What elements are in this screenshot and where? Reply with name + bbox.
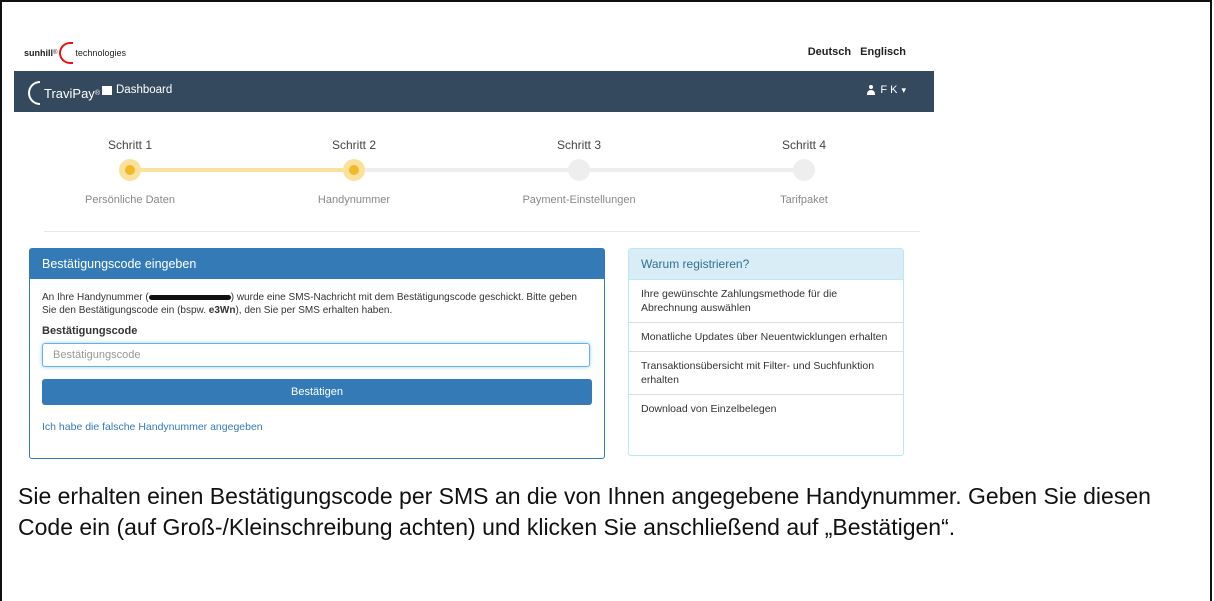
wrong-number-link[interactable]: Ich habe die falsche Handynummer angegeb… <box>42 421 592 434</box>
travipay-brand[interactable]: TraviPay ® <box>28 81 100 105</box>
stepper-divider <box>44 231 920 232</box>
sunhill-logo: sunhill ® technologies <box>24 42 126 64</box>
logo-brand: sunhill <box>24 48 53 58</box>
confirm-panel-title: Bestätigungscode eingeben <box>30 249 604 279</box>
logo-suffix: technologies <box>75 48 126 58</box>
lang-englisch-link[interactable]: Englisch <box>860 46 906 58</box>
chevron-down-icon: ▾ <box>901 84 906 95</box>
step-1-label: Schritt 1 <box>107 138 152 152</box>
user-icon <box>866 85 876 95</box>
confirm-instructions: An Ihre Handynummer () wurde eine SMS-Na… <box>42 291 592 317</box>
why-register-panel: Warum registrieren? Ihre gewünschte Zahl… <box>628 248 904 456</box>
instructions-part-3: ), den Sie per SMS erhalten haben. <box>235 305 393 316</box>
navbar: TraviPay ® Dashboard F K ▾ <box>14 71 934 112</box>
step-2-label: Schritt 2 <box>331 138 376 152</box>
travipay-arc-icon <box>28 81 40 105</box>
redacted-phone-number <box>148 294 231 300</box>
step-4-label: Schritt 4 <box>781 138 826 152</box>
step-3-sub: Payment-Einstellungen <box>522 194 636 206</box>
step-2-dot <box>343 159 365 181</box>
logo-reg: ® <box>53 50 58 56</box>
why-panel-title: Warum registrieren? <box>629 249 903 279</box>
logo-arc-icon <box>59 42 74 64</box>
nav-dashboard-label: Dashboard <box>116 84 173 96</box>
travipay-label: TraviPay <box>44 85 95 101</box>
step-1-sub: Persönliche Daten <box>85 194 175 206</box>
user-menu[interactable]: F K ▾ <box>866 84 906 96</box>
calendar-icon <box>102 85 112 95</box>
top-bar: sunhill ® technologies Deutsch Englisch <box>14 40 934 68</box>
step-2-sub: Handynummer <box>317 194 391 206</box>
list-item: Transaktionsübersicht mit Filter- und Su… <box>629 351 903 394</box>
step-4-dot <box>793 159 815 181</box>
step-4-sub: Tarifpaket <box>780 194 828 206</box>
registration-stepper: Schritt 1 Persönliche Daten Schritt 2 Ha… <box>14 112 934 232</box>
example-code: e3Wn <box>208 305 236 316</box>
nav-dashboard[interactable]: Dashboard <box>102 84 172 96</box>
step-1-dot <box>119 159 141 181</box>
confirm-button[interactable]: Bestätigen <box>42 379 592 405</box>
instructions-part-1: An Ihre Handynummer ( <box>42 292 149 303</box>
confirm-panel-body: An Ihre Handynummer () wurde eine SMS-Na… <box>30 279 604 446</box>
language-switch: Deutsch Englisch <box>802 46 906 58</box>
list-item: Ihre gewünschte Zahlungsmethode für die … <box>629 279 903 322</box>
confirm-code-panel: Bestätigungscode eingeben An Ihre Handyn… <box>29 248 605 459</box>
travipay-reg: ® <box>94 89 100 97</box>
lang-deutsch-link[interactable]: Deutsch <box>808 46 851 58</box>
stepper-track-active <box>130 168 354 172</box>
step-3-dot <box>568 159 590 181</box>
instruction-caption: Sie erhalten einen Bestätigungscode per … <box>18 483 1151 540</box>
user-name: F K <box>880 84 898 96</box>
step-3-label: Schritt 3 <box>556 138 601 152</box>
code-input[interactable]: Bestätigungscode <box>42 343 590 367</box>
list-item: Download von Einzelbelegen <box>629 394 903 423</box>
code-field-label: Bestätigungscode <box>42 325 138 337</box>
list-item: Monatliche Updates über Neuentwicklungen… <box>629 322 903 351</box>
